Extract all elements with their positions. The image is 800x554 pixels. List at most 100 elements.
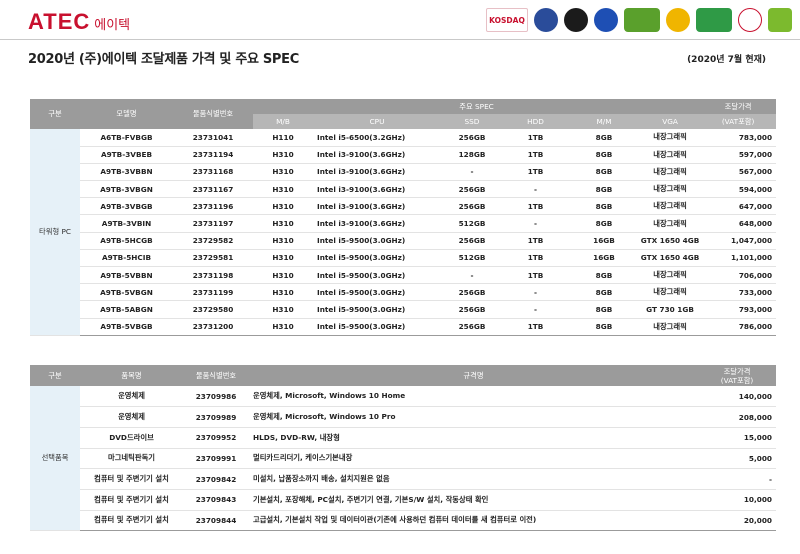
- table-row: 마그네틱판독기 23709991 멀티카드리더기, 케이스기본내장 5,000: [30, 448, 776, 470]
- mb-cell: H310: [253, 249, 313, 268]
- vga-cell: 내장그래픽: [640, 283, 701, 302]
- model-name: A9TB-5VBGB: [80, 318, 173, 336]
- item-code: 23709986: [183, 386, 249, 408]
- vga-cell: 내장그래픽: [640, 180, 701, 199]
- korea-taeguk-icon: [738, 8, 762, 32]
- cpu-cell: Intel i5-9500(3.0GHz): [313, 300, 441, 319]
- table-row: A9TB-3VBEB 23731194 H310 Intel i3-9100(3.6G…: [30, 146, 777, 164]
- vga-cell: 내장그래픽: [640, 197, 701, 216]
- header-price: 조달가격 (VAT포함): [698, 365, 776, 386]
- price-cell: 706,000: [700, 266, 777, 285]
- hdd-cell: 1TB: [503, 266, 568, 285]
- group-label: 선택품목: [30, 386, 80, 532]
- header-item: 품목명: [80, 365, 183, 386]
- header-code: 물품식별번호: [183, 365, 249, 386]
- cpu-cell: Intel i5-9500(3.0GHz): [313, 232, 441, 250]
- seal-emblem-icon: [534, 8, 558, 32]
- table-row: A9TB-3VBGB 23731196 H310 Intel i3-9100(3.6G…: [30, 197, 777, 216]
- item-code: 23729581: [173, 249, 253, 268]
- header-spec: 규격명: [249, 365, 698, 386]
- table-row: DVD드라이브 23709952 HLDS, DVD-RW, 내장형 15,000: [30, 427, 776, 449]
- model-name: A9TB-3VBBN: [80, 163, 173, 182]
- item-code: 23729582: [173, 232, 253, 250]
- model-name: A9TB-5VBBN: [80, 266, 173, 285]
- item-code: 23709843: [183, 489, 249, 511]
- vgp-cert-icon: [624, 8, 660, 32]
- price-cell: 20,000: [698, 510, 776, 532]
- mm-cell: 8GB: [568, 266, 640, 285]
- header-price-vat: (VAT포함): [720, 375, 754, 385]
- hdd-cell: -: [503, 300, 568, 319]
- mm-cell: 8GB: [568, 146, 640, 164]
- table-row: 컴퓨터 및 주변기기 설치 23709842 미설치, 납품장소까지 배송, 설치지…: [30, 468, 776, 490]
- model-name: A9TB-5VBGN: [80, 283, 173, 302]
- item-name: 컴퓨터 및 주변기기 설치: [80, 510, 183, 532]
- mb-cell: H310: [253, 197, 313, 216]
- hdd-cell: 1TB: [503, 129, 568, 147]
- price-cell: 5,000: [698, 448, 776, 470]
- cpu-cell: Intel i3-9100(3.6GHz): [313, 163, 441, 182]
- cpu-cell: Intel i3-9100(3.6GHz): [313, 214, 441, 233]
- model-name: A9TB-5HCIB: [80, 249, 173, 268]
- ssd-cell: 512GB: [441, 214, 503, 233]
- table-row: A9TB-3VBIN 23731197 H310 Intel i3-9100(3.6G…: [30, 214, 777, 233]
- item-code: 23731167: [173, 180, 253, 199]
- hdd-cell: 1TB: [503, 197, 568, 216]
- hdd-cell: -: [503, 283, 568, 302]
- page-header: ATEC 에이텍 KOSDAQ: [0, 0, 800, 40]
- vga-cell: 내장그래픽: [640, 163, 701, 182]
- price-cell: -: [698, 468, 776, 490]
- item-name: DVD드라이브: [80, 427, 183, 449]
- price-cell: 1,101,000: [700, 249, 777, 268]
- ssd-cell: 256GB: [441, 197, 503, 216]
- mm-cell: 8GB: [568, 300, 640, 319]
- mb-cell: H310: [253, 300, 313, 319]
- mb-cell: H310: [253, 214, 313, 233]
- vga-cell: GTX 1650 4GB: [640, 232, 701, 250]
- item-code: 23729580: [173, 300, 253, 319]
- mb-cell: H310: [253, 146, 313, 164]
- model-name: A6TB-FVBGB: [80, 129, 173, 147]
- table-row: 컴퓨터 및 주변기기 설치 23709843 기본설치, 포장해체, PC설치, 주…: [30, 489, 776, 511]
- cpu-cell: Intel i3-9100(3.6GHz): [313, 197, 441, 216]
- mm-cell: 16GB: [568, 232, 640, 250]
- mm-cell: 8GB: [568, 214, 640, 233]
- ssd-cell: -: [441, 163, 503, 182]
- mm-cell: 8GB: [568, 197, 640, 216]
- hdd-cell: 1TB: [503, 146, 568, 164]
- price-cell: 597,000: [700, 146, 777, 164]
- table-row: 컴퓨터 및 주변기기 설치 23709844 고급설치, 기본설치 작업 및 데이터…: [30, 510, 776, 532]
- kosdaq-logo: KOSDAQ: [486, 8, 528, 32]
- hdd-cell: 1TB: [503, 249, 568, 268]
- model-name: A9TB-5HCGB: [80, 232, 173, 250]
- vga-cell: 내장그래픽: [640, 129, 701, 147]
- price-cell: 140,000: [698, 386, 776, 408]
- eco-cert-icon: [696, 8, 732, 32]
- cpu-cell: Intel i5-9500(3.0GHz): [313, 266, 441, 285]
- model-name: A9TB-3VBIN: [80, 214, 173, 233]
- logo-korean: 에이텍: [94, 18, 131, 33]
- cpu-cell: Intel i5-9500(3.0GHz): [313, 283, 441, 302]
- item-code: 23731168: [173, 163, 253, 182]
- model-name: A9TB-5ABGN: [80, 300, 173, 319]
- vga-cell: 내장그래픽: [640, 318, 701, 336]
- mm-cell: 8GB: [568, 163, 640, 182]
- cpu-cell: Intel i5-6500(3.2GHz): [313, 129, 441, 147]
- header-price-vat: (VAT포함): [700, 114, 777, 129]
- mb-cell: H110: [253, 129, 313, 147]
- ssd-cell: -: [441, 266, 503, 285]
- gs-cert-icon: [564, 8, 588, 32]
- table-row: 운영체제 23709989 운영체제, Microsoft, Windows 10 …: [30, 406, 776, 428]
- mm-cell: 8GB: [568, 283, 640, 302]
- mb-cell: H310: [253, 163, 313, 182]
- item-code: 23731041: [173, 129, 253, 147]
- ssd-cell: 256GB: [441, 300, 503, 319]
- header-cpu: CPU: [313, 114, 441, 129]
- item-code: 23709989: [183, 406, 249, 428]
- mm-cell: 8GB: [568, 180, 640, 199]
- item-code: 23731196: [173, 197, 253, 216]
- item-code: 23709952: [183, 427, 249, 449]
- item-code: 23731199: [173, 283, 253, 302]
- header-code: 물품식별번호: [173, 99, 253, 129]
- header-hdd: HDD: [503, 114, 568, 129]
